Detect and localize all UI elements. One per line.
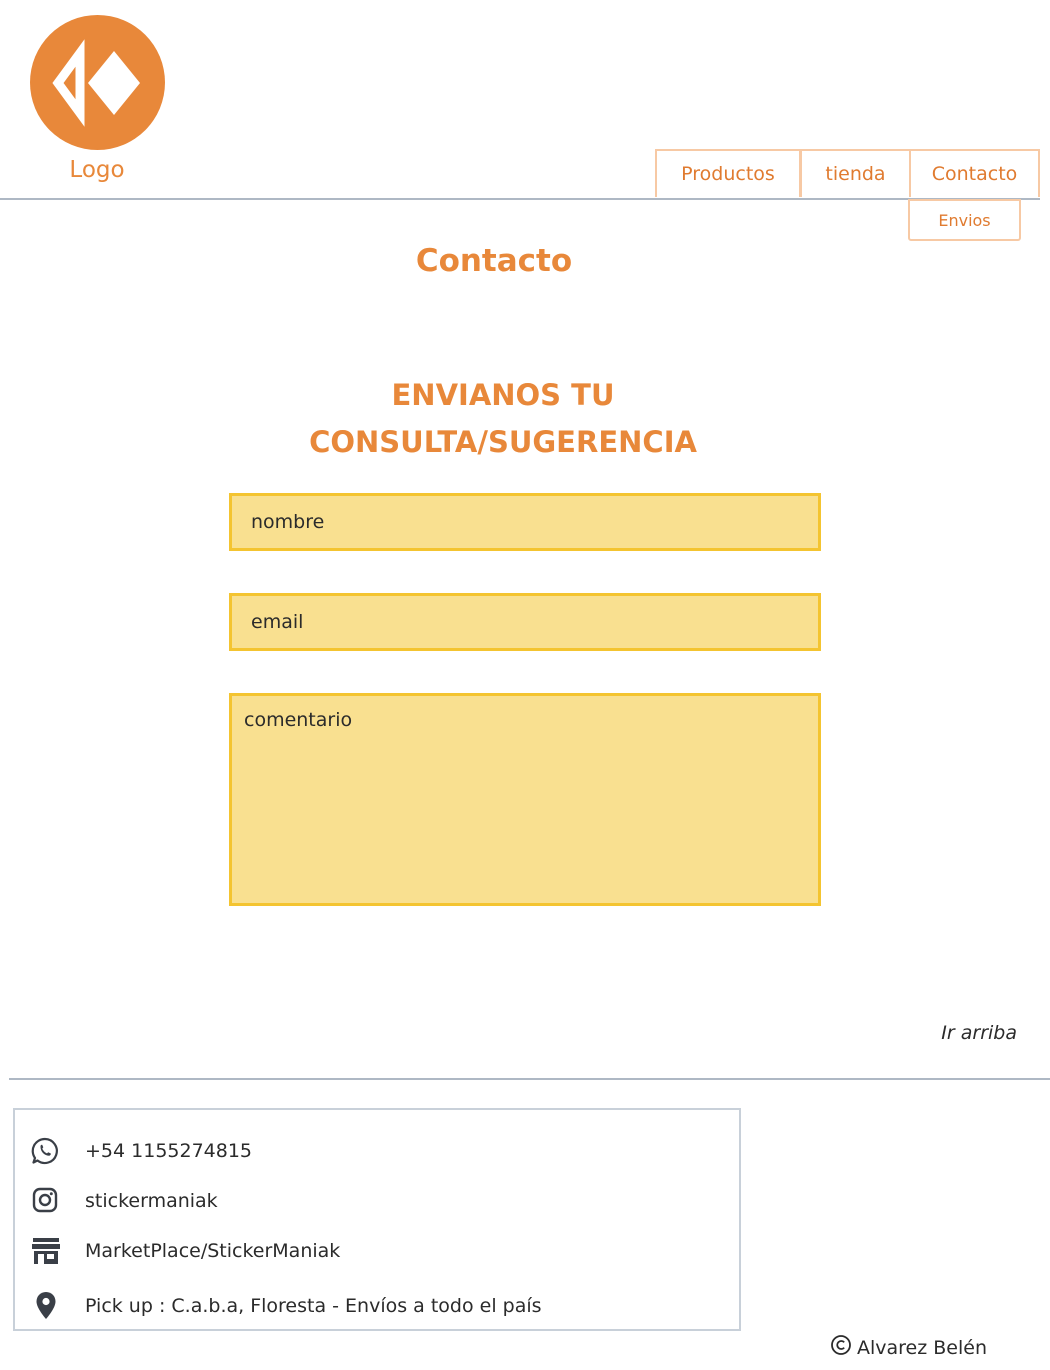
nombre-input[interactable] — [229, 493, 821, 551]
contact-instagram[interactable]: stickermaniak — [30, 1186, 218, 1216]
form-heading: ENVIANOS TU CONSULTA/SUGERENCIA — [0, 372, 1006, 466]
whatsapp-icon — [30, 1136, 70, 1166]
page-title: Contacto — [415, 243, 573, 279]
logo[interactable] — [30, 15, 165, 150]
nav-contacto[interactable]: Contacto — [909, 149, 1040, 197]
contact-marketplace[interactable]: MarketPlace/StickerManiak — [30, 1236, 340, 1266]
contact-phone[interactable]: +54 1155274815 — [30, 1136, 252, 1166]
ir-arriba-link[interactable]: Ir arriba — [900, 1022, 1017, 1044]
nav-sub-envios[interactable]: Envios — [908, 199, 1021, 241]
contact-location: Pick up : C.a.b.a, Floresta - Envíos a t… — [30, 1291, 542, 1321]
copyright: Alvarez Belén — [830, 1334, 1020, 1361]
form-heading-line2: CONSULTA/SUGERENCIA — [309, 425, 697, 459]
copyright-text: Alvarez Belén — [857, 1336, 987, 1359]
email-input[interactable] — [229, 593, 821, 651]
store-icon — [30, 1236, 70, 1266]
location-pin-icon — [30, 1291, 70, 1321]
logo-diamond-icon — [52, 39, 140, 127]
copyright-icon — [830, 1334, 852, 1361]
instagram-icon — [30, 1186, 70, 1216]
contact-marketplace-text: MarketPlace/StickerManiak — [85, 1240, 341, 1262]
contact-instagram-text: stickermaniak — [85, 1190, 218, 1212]
comentario-textarea[interactable] — [229, 693, 821, 906]
nav-productos[interactable]: Productos — [655, 149, 801, 197]
form-heading-line1: ENVIANOS TU — [391, 378, 615, 412]
contact-location-text: Pick up : C.a.b.a, Floresta - Envíos a t… — [85, 1295, 542, 1317]
footer-divider — [9, 1078, 1050, 1080]
header-divider — [0, 198, 1040, 200]
contact-phone-text: +54 1155274815 — [85, 1140, 253, 1162]
logo-label: Logo — [69, 157, 125, 183]
nav-tienda[interactable]: tienda — [800, 149, 911, 197]
